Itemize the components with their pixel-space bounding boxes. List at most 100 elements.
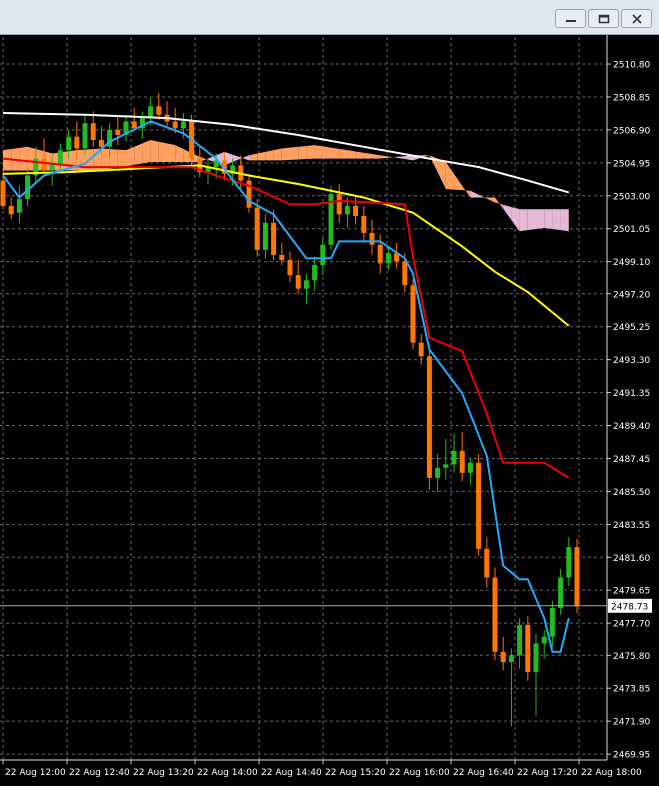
candle-body [303, 280, 309, 289]
candle-body [451, 450, 457, 465]
ichimoku-cloud-segment [560, 209, 569, 232]
ichimoku-cloud-segment [150, 140, 159, 163]
ichimoku-cloud-segment [109, 149, 118, 170]
candle-body [525, 624, 531, 673]
ichimoku-cloud-segment [552, 209, 561, 231]
x-tick-label: 22 Aug 16:00 [389, 768, 450, 778]
ichimoku-cloud-segment [347, 150, 356, 159]
candle-body [377, 244, 383, 264]
candle-body [435, 467, 441, 478]
candle-body [484, 548, 490, 578]
candle-body [279, 254, 285, 260]
ichimoku-cloud-segment [355, 151, 364, 159]
chart-area[interactable]: 2510.80 2508.85 2506.90 2504.95 2503.00 2501.… [0, 35, 659, 782]
candle-body [115, 129, 121, 135]
ichimoku-cloud-segment [298, 145, 307, 160]
ichimoku-cloud-segment [314, 145, 323, 159]
current-price-label: 2478.73 [611, 602, 648, 612]
candle-body [558, 577, 564, 608]
ichimoku-cloud-segment [290, 146, 299, 160]
candle-body [8, 205, 14, 215]
y-tick-label: 2489.40 [613, 422, 650, 432]
y-tick-label: 2483.55 [613, 521, 650, 531]
x-tick-label: 22 Aug 18:00 [581, 768, 642, 778]
ichimoku-cloud-segment [19, 146, 28, 171]
candle-body [508, 655, 514, 663]
candle-body [287, 259, 293, 276]
ichimoku-cloud-segment [519, 209, 528, 232]
candle-body [467, 462, 473, 473]
y-tick-label: 2499.10 [613, 258, 650, 268]
candle-body [533, 643, 539, 673]
y-tick-label: 2503.00 [613, 192, 650, 202]
candle-body [271, 222, 277, 255]
y-tick-label: 2477.70 [613, 620, 650, 630]
candle-body [90, 123, 96, 141]
x-tick-label: 22 Aug 14:00 [197, 768, 258, 778]
ichimoku-cloud-segment [322, 146, 331, 159]
ichimoku-cloud-segment [142, 140, 151, 164]
candle-body [172, 121, 178, 129]
y-tick-label: 2497.20 [613, 290, 650, 300]
price-chart[interactable]: 2510.80 2508.85 2506.90 2504.95 2503.00 2501.… [0, 35, 659, 782]
candle-body [500, 651, 506, 663]
candle-body [410, 285, 416, 343]
close-button[interactable] [621, 9, 652, 28]
y-tick-label: 2469.95 [613, 751, 650, 761]
y-tick-label: 2495.25 [613, 323, 650, 333]
x-tick-label: 22 Aug 13:20 [133, 768, 194, 778]
ichimoku-cloud-segment [331, 147, 340, 159]
candle-body [66, 136, 72, 151]
ichimoku-cloud-segment [527, 209, 536, 231]
y-tick-label: 2504.95 [613, 159, 650, 169]
candle-body [148, 106, 154, 119]
candle-body [41, 158, 47, 171]
candle-body [156, 106, 162, 115]
candle-body [254, 207, 260, 250]
y-tick-label: 2506.90 [613, 126, 650, 136]
minimize-button[interactable] [555, 9, 586, 28]
candle-body [16, 199, 22, 213]
chart-background [0, 35, 659, 782]
restore-button[interactable] [588, 9, 619, 28]
x-tick-label: 22 Aug 15:20 [325, 768, 386, 778]
candle-body [443, 464, 449, 468]
candle-body [98, 140, 104, 147]
ichimoku-cloud-segment [158, 141, 167, 163]
ichimoku-cloud-segment [273, 148, 282, 161]
candle-body [74, 136, 80, 149]
y-tick-label: 2471.90 [613, 718, 650, 728]
y-tick-label: 2493.30 [613, 356, 650, 366]
ichimoku-cloud-segment [126, 146, 135, 167]
candle-body [426, 356, 432, 478]
window-titlebar [0, 0, 659, 35]
y-tick-label: 2487.45 [613, 455, 650, 465]
y-tick-label: 2481.60 [613, 554, 650, 564]
y-tick-label: 2479.65 [613, 587, 650, 597]
candle-body [353, 205, 359, 217]
candle-body [180, 121, 186, 129]
candle-body [262, 222, 268, 250]
y-tick-label: 2473.85 [613, 685, 650, 695]
candle-body [459, 450, 465, 473]
candle-body [344, 205, 350, 215]
candle-body [336, 194, 342, 215]
candle-body [82, 123, 88, 149]
candle-body [574, 547, 580, 607]
y-tick-label: 2508.85 [613, 93, 650, 103]
candle-body [566, 547, 572, 578]
candle-body [517, 624, 523, 656]
candle-body [369, 232, 375, 245]
candle-body [385, 253, 391, 264]
candle-body [312, 265, 318, 281]
close-icon [631, 13, 642, 24]
ichimoku-cloud-segment [167, 143, 176, 163]
y-tick-label: 2475.80 [613, 652, 650, 662]
x-tick-label: 22 Aug 16:40 [453, 768, 514, 778]
ichimoku-cloud-segment [281, 147, 290, 161]
ichimoku-cloud-segment [544, 209, 553, 230]
y-tick-label: 2501.05 [613, 225, 650, 235]
candle-body [361, 216, 367, 233]
candle-body [131, 121, 137, 129]
x-tick-label: 22 Aug 12:00 [5, 768, 66, 778]
